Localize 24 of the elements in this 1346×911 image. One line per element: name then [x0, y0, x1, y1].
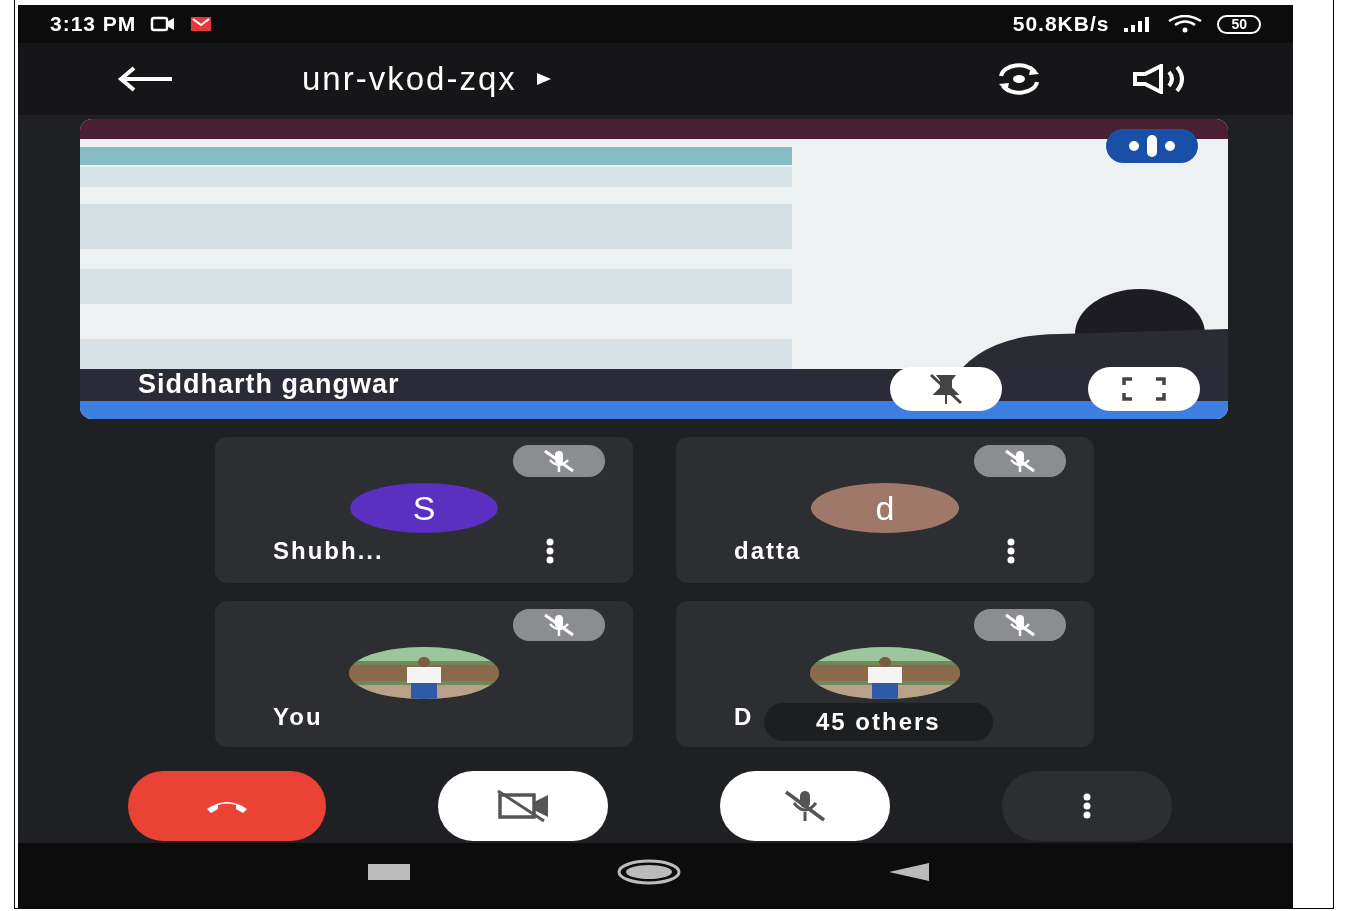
more-options-icon[interactable] [545, 538, 555, 564]
avatar: d [811, 483, 959, 533]
mail-icon [190, 16, 213, 32]
video-camera-icon [150, 16, 177, 32]
back-arrow-icon[interactable] [116, 65, 174, 93]
participant-name: You [273, 703, 323, 731]
meeting-code[interactable]: unr-vkod-zqx [302, 60, 517, 98]
participant-name: datta [734, 537, 802, 565]
others-chip[interactable]: 45 others [764, 703, 993, 741]
avatar: S [350, 483, 498, 533]
unpin-button[interactable] [890, 367, 1002, 411]
status-time: 3:13 PM [50, 12, 137, 36]
presenter-name: Siddharth gangwar [138, 369, 400, 399]
wifi-icon [1167, 15, 1204, 33]
fullscreen-icon [1121, 376, 1167, 402]
battery-indicator: 50 [1217, 14, 1261, 34]
network-speed: 50.8KB/s [1012, 12, 1110, 36]
play-triangle-icon[interactable] [534, 71, 553, 87]
participant-name: D [734, 703, 754, 731]
fullscreen-button[interactable] [1088, 367, 1200, 411]
participant-name: Shubh... [273, 537, 384, 565]
more-options-icon[interactable] [1006, 538, 1016, 564]
home-icon[interactable] [615, 859, 682, 885]
more-options-icon [1082, 793, 1092, 819]
